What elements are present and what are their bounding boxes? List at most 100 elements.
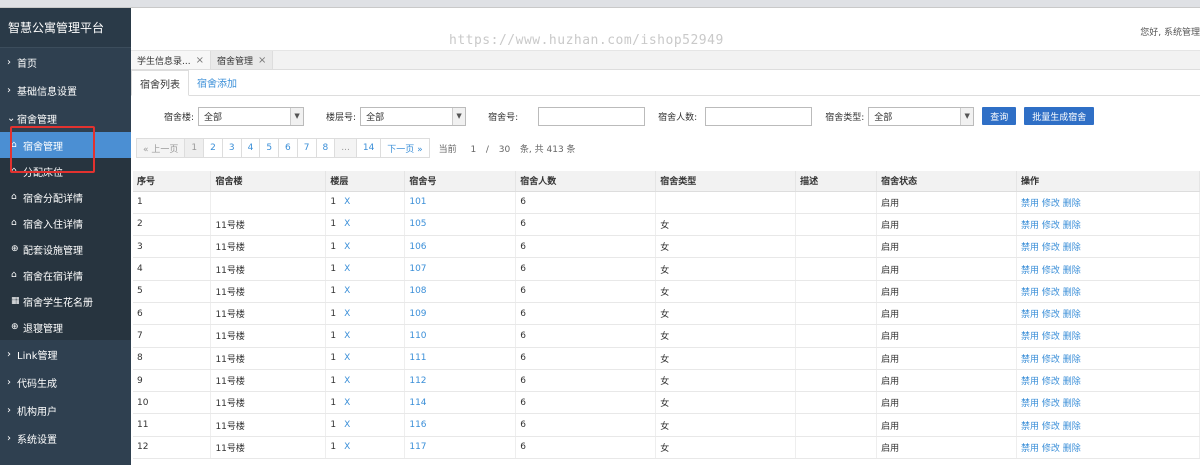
page-number-button[interactable]: 7 (296, 138, 317, 158)
sidebar-item[interactable]: › 系统设置 (0, 424, 131, 452)
page-number-button[interactable]: 1 (184, 138, 205, 158)
column-header[interactable]: 宿舍类型 (655, 171, 797, 192)
disable-link[interactable]: 禁用 (1021, 332, 1039, 342)
room-link[interactable]: 107 (409, 264, 426, 274)
sidebar-item[interactable]: › 首页 (0, 48, 131, 76)
page-number-button[interactable]: 5 (259, 138, 280, 158)
floor-x-link[interactable]: X (344, 309, 350, 319)
edit-link[interactable]: 修改 (1042, 288, 1060, 298)
floor-x-link[interactable]: X (344, 264, 350, 274)
edit-link[interactable]: 修改 (1042, 310, 1060, 320)
delete-link[interactable]: 删除 (1063, 332, 1081, 342)
next-page-button[interactable]: 下一页 » (380, 138, 430, 158)
submenu-item[interactable]: ⊕ 退寝管理 (0, 314, 131, 340)
disable-link[interactable]: 禁用 (1021, 377, 1039, 387)
room-link[interactable]: 105 (409, 219, 426, 229)
page-current-value[interactable]: 1 (470, 145, 476, 155)
delete-link[interactable]: 删除 (1063, 288, 1081, 298)
delete-link[interactable]: 删除 (1063, 377, 1081, 387)
sidebar-item[interactable]: › Link管理 (0, 340, 131, 368)
submenu-item[interactable]: ⌂ 宿舍分配详情 (0, 184, 131, 210)
column-header[interactable]: 宿舍人数 (515, 171, 657, 192)
room-link[interactable]: 114 (409, 398, 426, 408)
edit-link[interactable]: 修改 (1042, 444, 1060, 454)
edit-link[interactable]: 修改 (1042, 399, 1060, 409)
delete-link[interactable]: 删除 (1063, 399, 1081, 409)
edit-link[interactable]: 修改 (1042, 332, 1060, 342)
delete-link[interactable]: 删除 (1063, 444, 1081, 454)
batch-generate-button[interactable]: 批量生成宿舍 (1024, 107, 1095, 125)
disable-link[interactable]: 禁用 (1021, 199, 1039, 209)
column-header[interactable]: 宿舍楼 (210, 171, 327, 192)
column-header[interactable]: 描述 (795, 171, 878, 192)
page-number-button[interactable]: 3 (221, 138, 242, 158)
disable-link[interactable]: 禁用 (1021, 221, 1039, 231)
delete-link[interactable]: 删除 (1063, 221, 1081, 231)
submenu-item[interactable]: ⊕ 配套设施管理 (0, 236, 131, 262)
type-select[interactable]: 全部 ▼ (868, 106, 975, 126)
delete-link[interactable]: 删除 (1063, 422, 1081, 432)
edit-link[interactable]: 修改 (1042, 377, 1060, 387)
page-size-value[interactable]: 30 (499, 145, 510, 155)
room-number-input[interactable] (538, 106, 646, 126)
submenu-item[interactable]: ⌂ 宿舍入住详情 (0, 210, 131, 236)
floor-select[interactable]: 全部 ▼ (360, 106, 467, 126)
floor-x-link[interactable]: X (344, 442, 350, 452)
disable-link[interactable]: 禁用 (1021, 266, 1039, 276)
delete-link[interactable]: 删除 (1063, 266, 1081, 276)
page-number-button[interactable]: 4 (240, 138, 261, 158)
floor-x-link[interactable]: X (344, 197, 350, 207)
edit-link[interactable]: 修改 (1042, 199, 1060, 209)
sidebar-item[interactable]: ⌄ 宿舍管理 (0, 104, 131, 132)
delete-link[interactable]: 删除 (1063, 310, 1081, 320)
disable-link[interactable]: 禁用 (1021, 310, 1039, 320)
floor-x-link[interactable]: X (344, 420, 350, 430)
column-header[interactable]: 宿舍号 (404, 171, 517, 192)
prev-page-button[interactable]: « 上一页 (136, 138, 186, 158)
column-header[interactable]: 操作 (1016, 171, 1200, 192)
disable-link[interactable]: 禁用 (1021, 422, 1039, 432)
room-link[interactable]: 108 (409, 286, 426, 296)
page-number-button[interactable]: 6 (278, 138, 298, 158)
room-link[interactable]: 101 (409, 197, 426, 207)
edit-link[interactable]: 修改 (1042, 266, 1060, 276)
page-number-button[interactable]: 2 (203, 138, 223, 158)
column-header[interactable]: 宿舍状态 (876, 171, 1017, 192)
floor-x-link[interactable]: X (344, 331, 350, 341)
room-link[interactable]: 116 (409, 420, 426, 430)
sidebar-item[interactable]: › 机构用户 (0, 396, 131, 424)
tab-dormitory-list[interactable]: 宿舍列表 (131, 70, 189, 96)
edit-link[interactable]: 修改 (1042, 221, 1060, 231)
page-tab[interactable]: 宿舍管理 × (210, 51, 274, 69)
sidebar-item[interactable]: › 基础信息设置 (0, 76, 131, 104)
disable-link[interactable]: 禁用 (1021, 399, 1039, 409)
page-number-button[interactable]: 8 (315, 138, 336, 158)
submenu-item[interactable]: ▦ 宿舍学生花名册 (0, 288, 131, 314)
building-select[interactable]: 全部 ▼ (198, 106, 305, 126)
delete-link[interactable]: 删除 (1063, 355, 1081, 365)
tab-dormitory-add[interactable]: 宿舍添加 (189, 70, 245, 95)
room-link[interactable]: 106 (409, 242, 426, 252)
room-link[interactable]: 110 (409, 331, 426, 341)
room-link[interactable]: 117 (409, 442, 426, 452)
sidebar-item[interactable]: › 代码生成 (0, 368, 131, 396)
disable-link[interactable]: 禁用 (1021, 243, 1039, 253)
disable-link[interactable]: 禁用 (1021, 444, 1039, 454)
user-greeting[interactable]: 您好, 系统管理 (1140, 25, 1200, 38)
floor-x-link[interactable]: X (344, 286, 350, 296)
submenu-item[interactable]: ⌂ 宿舍管理 (0, 132, 131, 158)
room-link[interactable]: 109 (409, 309, 426, 319)
edit-link[interactable]: 修改 (1042, 422, 1060, 432)
disable-link[interactable]: 禁用 (1021, 288, 1039, 298)
delete-link[interactable]: 删除 (1063, 199, 1081, 209)
delete-link[interactable]: 删除 (1063, 243, 1081, 253)
page-tab[interactable]: 学生信息录... × (131, 51, 211, 69)
column-header[interactable]: 楼层 (325, 171, 406, 192)
submenu-item[interactable]: ⌂ 宿舍在宿详情 (0, 262, 131, 288)
floor-x-link[interactable]: X (344, 242, 350, 252)
close-icon[interactable]: × (258, 55, 266, 66)
capacity-input[interactable] (705, 106, 813, 126)
page-number-button[interactable]: 14 (355, 138, 382, 158)
room-link[interactable]: 111 (409, 353, 426, 363)
disable-link[interactable]: 禁用 (1021, 355, 1039, 365)
